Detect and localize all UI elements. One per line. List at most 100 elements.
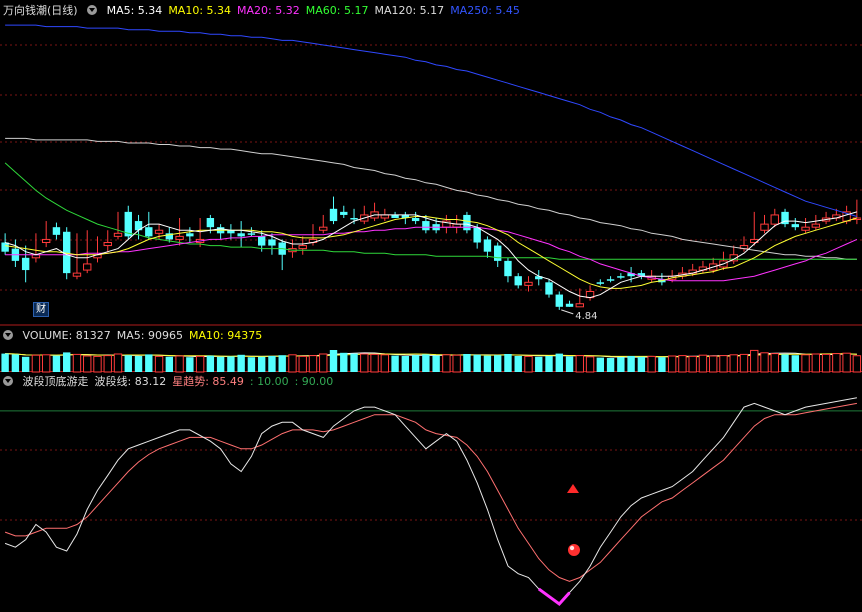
osc-wave-line [4, 397, 857, 605]
volume-bar-8 [83, 355, 92, 373]
candle-body-54 [555, 294, 563, 307]
volume-bar-32 [329, 350, 338, 372]
volume-bar-24 [247, 357, 256, 372]
candle-body-31 [319, 226, 328, 231]
osc-bottom-highlight [537, 587, 571, 607]
volume-bar-12 [124, 355, 132, 372]
moving-average-lines [4, 24, 858, 358]
candle-body-11 [113, 232, 123, 237]
candle-body-79 [811, 223, 821, 228]
volume-bar-31 [319, 353, 328, 373]
volume-bar-82 [842, 352, 851, 373]
volume-bar-69 [709, 355, 718, 373]
volume-bar-66 [678, 355, 687, 373]
volume-bar-47 [483, 355, 492, 372]
candle-body-5 [52, 227, 61, 235]
buy-signal-triangle [567, 484, 579, 493]
volume-bar-58 [596, 357, 605, 372]
candle-body-48 [494, 245, 502, 261]
volume-bar-62 [637, 356, 646, 372]
candle-body-32 [329, 208, 338, 222]
volume-bar-46 [473, 354, 481, 372]
volume-bar-44 [452, 354, 461, 373]
volume-bar-2 [21, 356, 30, 372]
low-price-label: 4.84 [575, 311, 597, 322]
volume-bar-59 [606, 358, 615, 372]
volume-bar-26 [268, 356, 276, 372]
volume-bar-79 [811, 353, 821, 373]
candle-body-25 [257, 236, 266, 246]
volume-bar-23 [237, 354, 245, 372]
stock-chart-canvas[interactable]: 4.84 [0, 0, 862, 612]
volume-bar-35 [360, 353, 369, 373]
volume-bar-64 [658, 357, 666, 372]
volume-bar-30 [308, 355, 318, 373]
candle-body-60 [617, 276, 625, 278]
signal-ball-highlight [569, 545, 575, 551]
volume-bar-27 [278, 355, 286, 372]
volume-bar-53 [545, 356, 553, 372]
candle-body-45 [463, 214, 471, 231]
candle-body-4 [41, 238, 51, 243]
volume-bar-9 [93, 355, 102, 373]
candle-body-22 [227, 230, 235, 234]
volume-bar-74 [760, 352, 769, 373]
volume-bar-60 [617, 357, 625, 372]
ma250-line [5, 24, 858, 217]
volume-bar-38 [391, 355, 399, 372]
volume-bar-57 [585, 356, 595, 373]
volume-bar-19 [195, 355, 205, 373]
volume-bar-61 [627, 356, 635, 372]
volume-bar-33 [340, 352, 348, 372]
volume-bar-6 [63, 352, 71, 372]
volume-bars [1, 349, 862, 373]
volume-bar-14 [145, 354, 153, 372]
volume-bar-54 [555, 353, 563, 372]
candle-body-78 [801, 226, 810, 231]
candle-body-7 [72, 272, 82, 277]
candle-body-2 [21, 257, 30, 271]
volume-bar-40 [411, 355, 420, 372]
volume-bar-81 [832, 353, 841, 373]
volume-bar-1 [11, 354, 20, 372]
oscillator-lines [4, 397, 857, 607]
osc-trend-line [4, 402, 857, 582]
candle-body-26 [268, 239, 276, 246]
candle-body-34 [350, 218, 358, 220]
candle-body-46 [473, 227, 481, 243]
candle-body-8 [83, 263, 92, 271]
volume-bar-42 [432, 355, 440, 372]
candle-body-33 [340, 211, 348, 215]
volume-bar-56 [575, 355, 584, 373]
candle-body-18 [186, 233, 194, 237]
volume-bar-15 [154, 355, 164, 373]
candle-body-58 [596, 282, 605, 284]
volume-bar-16 [165, 356, 174, 372]
volume-bar-29 [298, 355, 307, 373]
volume-bar-76 [781, 354, 789, 372]
signal-markers [567, 484, 580, 556]
candle-body-10 [103, 242, 112, 247]
volume-bar-78 [801, 354, 810, 373]
volume-bar-65 [667, 355, 677, 373]
candle-body-56 [575, 303, 584, 308]
volume-bar-48 [494, 355, 502, 372]
volume-bar-7 [72, 353, 82, 373]
volume-bar-20 [206, 355, 215, 372]
ma60-line [4, 162, 857, 260]
candle-body-41 [422, 221, 430, 231]
candle-body-49 [504, 260, 512, 277]
volume-bar-75 [770, 353, 779, 373]
volume-bar-13 [134, 356, 143, 372]
candle-body-47 [483, 239, 492, 252]
volume-bar-0 [1, 353, 9, 372]
candle-body-74 [760, 223, 769, 231]
volume-bar-4 [41, 354, 51, 373]
volume-bar-39 [401, 356, 410, 372]
candle-body-40 [411, 218, 420, 222]
volume-bar-45 [463, 354, 471, 372]
volume-bar-83 [852, 355, 862, 373]
candle-body-59 [606, 279, 615, 281]
candle-body-51 [524, 281, 533, 286]
candle-body-14 [145, 227, 153, 237]
